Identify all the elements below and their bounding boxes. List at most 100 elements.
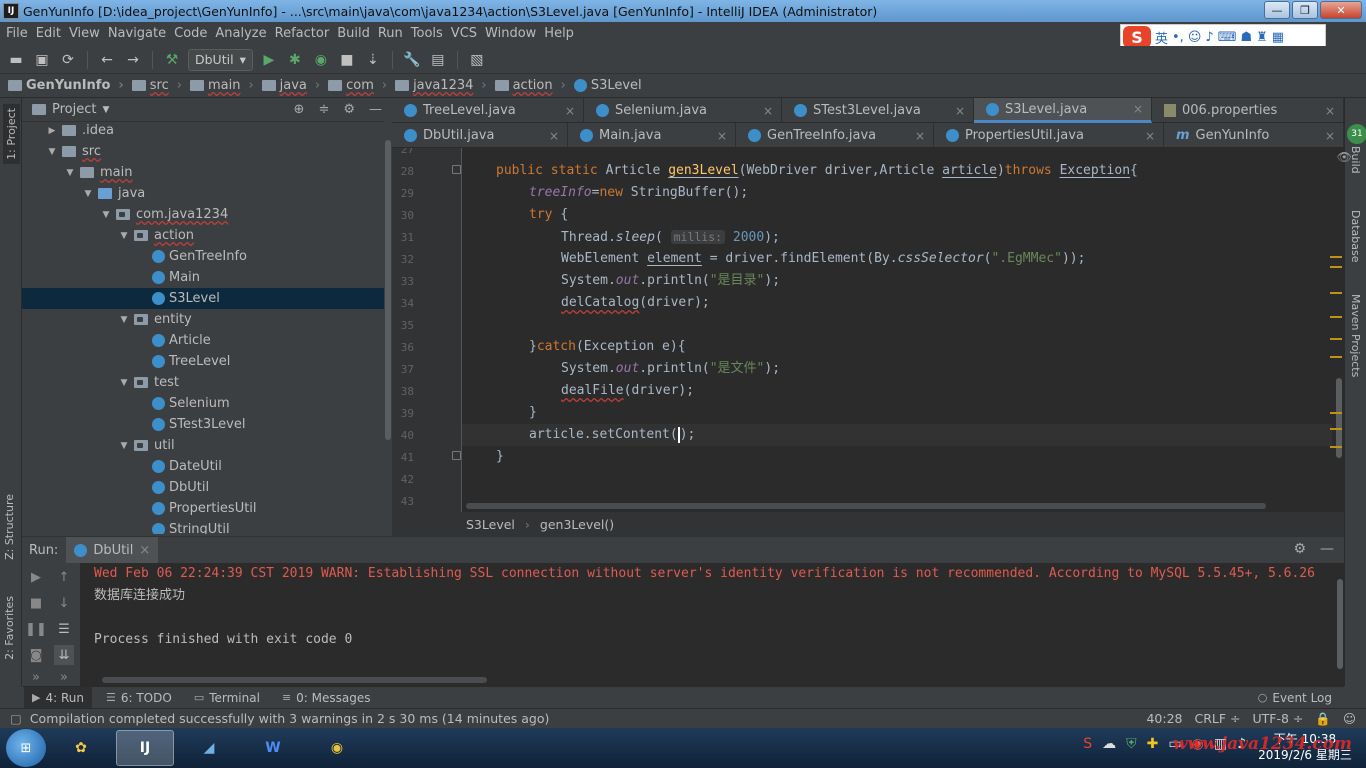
- line-number[interactable]: 28: [392, 165, 414, 178]
- tab-project[interactable]: 1: Project: [3, 104, 20, 164]
- taskbar-app-intellij-icon[interactable]: IJ: [116, 730, 174, 766]
- close-icon[interactable]: ×: [1325, 104, 1335, 118]
- console-output[interactable]: Wed Feb 06 22:24:39 CST 2019 WARN: Estab…: [94, 563, 1334, 683]
- close-icon[interactable]: ×: [1325, 129, 1335, 143]
- rerun-icon[interactable]: ▶: [26, 567, 46, 587]
- tree-node-gentreeinfo[interactable]: GenTreeInfo: [22, 246, 384, 267]
- scroll-to-end-icon[interactable]: ⇊: [54, 645, 74, 665]
- breadcrumb-main[interactable]: main ›: [189, 78, 254, 93]
- warning-stripe-mark[interactable]: [1330, 292, 1342, 294]
- collapse-all-icon[interactable]: ≑: [318, 102, 329, 117]
- menu-navigate[interactable]: Navigate: [106, 26, 172, 41]
- line-number[interactable]: 29: [392, 187, 414, 200]
- close-icon[interactable]: ×: [955, 104, 965, 118]
- warning-stripe-mark[interactable]: [1330, 316, 1342, 318]
- tree-node-com-java1234[interactable]: ▼ com.java1234: [22, 204, 384, 225]
- editor-tab-main-java[interactable]: Main.java ×: [568, 123, 736, 148]
- ime-keyboard-icon[interactable]: ⌨: [1218, 30, 1237, 45]
- fold-marker-icon[interactable]: [452, 451, 461, 460]
- menu-refactor[interactable]: Refactor: [273, 26, 336, 41]
- project-structure-icon[interactable]: ▤: [428, 50, 448, 70]
- tool-tab-todo[interactable]: ☰ 6: TODO: [98, 687, 180, 709]
- menu-view[interactable]: View: [67, 26, 106, 41]
- line-number[interactable]: 41: [392, 451, 414, 464]
- tree-node-dateutil[interactable]: DateUtil: [22, 456, 384, 477]
- lock-icon[interactable]: 🔒: [1315, 711, 1331, 727]
- chevron-down-icon[interactable]: ▼: [82, 189, 94, 199]
- run-tab-dbutil[interactable]: DbUtil ×: [66, 537, 159, 563]
- stop-icon[interactable]: ■: [26, 593, 46, 613]
- editor-tab-dbutil-java[interactable]: DbUtil.java ×: [392, 123, 568, 148]
- close-icon[interactable]: ×: [915, 129, 925, 143]
- line-number[interactable]: 30: [392, 209, 414, 222]
- sync-icon[interactable]: ⟳: [58, 50, 78, 70]
- tree-node-dbutil[interactable]: DbUtil: [22, 477, 384, 498]
- tray-shield-icon[interactable]: ⛨: [1126, 736, 1137, 752]
- caret-position[interactable]: 40:28: [1146, 711, 1182, 727]
- inspector-icon[interactable]: ☺: [1343, 711, 1356, 727]
- warning-stripe-mark[interactable]: [1330, 338, 1342, 340]
- tree-node-action[interactable]: ▼ action: [22, 225, 384, 246]
- fold-marker-icon[interactable]: [452, 165, 461, 174]
- open-folder-icon[interactable]: ▬: [6, 50, 26, 70]
- taskbar-app-photos-icon[interactable]: ✿: [52, 730, 110, 766]
- hide-icon[interactable]: —: [1320, 541, 1334, 557]
- line-number[interactable]: 27: [392, 148, 414, 156]
- tree-node-stringutil[interactable]: StringUtil: [22, 519, 384, 534]
- line-number[interactable]: 35: [392, 319, 414, 332]
- notification-badge[interactable]: 31: [1347, 124, 1366, 144]
- file-encoding[interactable]: UTF-8 ÷: [1253, 711, 1304, 727]
- close-icon[interactable]: ×: [1145, 129, 1155, 143]
- hide-icon[interactable]: —: [369, 102, 382, 117]
- editor-tab-s3level-java[interactable]: S3Level.java ×: [974, 98, 1152, 123]
- tree-node-idea[interactable]: ▶ .idea: [22, 120, 384, 141]
- breadcrumb-action[interactable]: action ›: [494, 78, 566, 93]
- line-number[interactable]: 36: [392, 341, 414, 354]
- breadcrumb-java[interactable]: java ›: [261, 78, 320, 93]
- run-icon[interactable]: ▶: [259, 50, 279, 70]
- editor-breadcrumb-method[interactable]: gen3Level(): [540, 517, 614, 532]
- minimize-button[interactable]: —: [1264, 1, 1290, 19]
- coverage-icon[interactable]: ◉: [311, 50, 331, 70]
- save-icon[interactable]: ▣: [32, 50, 52, 70]
- close-button[interactable]: ✕: [1320, 1, 1362, 19]
- attach-icon[interactable]: ⇣: [363, 50, 383, 70]
- line-number[interactable]: 32: [392, 253, 414, 266]
- chevron-down-icon[interactable]: ▼: [118, 231, 130, 241]
- locate-icon[interactable]: ⊕: [294, 102, 305, 117]
- project-panel-title[interactable]: Project: [52, 102, 96, 117]
- tool-tab-messages[interactable]: ≡ 0: Messages: [274, 687, 379, 709]
- status-message[interactable]: Compilation completed successfully with …: [30, 711, 550, 726]
- console-scrollbar[interactable]: [1336, 579, 1344, 679]
- breadcrumb-project[interactable]: GenYunInfo ›: [8, 78, 124, 93]
- warning-stripe-mark[interactable]: [1330, 356, 1342, 358]
- tree-node-treelevel[interactable]: TreeLevel: [22, 351, 384, 372]
- code-area[interactable]: public static Article gen3Level(WebDrive…: [466, 148, 1344, 512]
- camera-icon[interactable]: ◙: [26, 645, 46, 665]
- menu-file[interactable]: File: [4, 26, 34, 41]
- line-number[interactable]: 40: [392, 429, 414, 442]
- menu-tools[interactable]: Tools: [409, 26, 449, 41]
- ime-mic-icon[interactable]: ♪: [1205, 30, 1213, 45]
- menu-vcs[interactable]: VCS: [449, 26, 483, 41]
- editor-horizontal-scrollbar[interactable]: [466, 503, 1266, 509]
- tree-node-test[interactable]: ▼ test: [22, 372, 384, 393]
- line-separator[interactable]: CRLF ÷: [1194, 711, 1240, 727]
- tree-node-article[interactable]: Article: [22, 330, 384, 351]
- project-scrollbar[interactable]: [384, 120, 392, 534]
- tool-tab-run[interactable]: ▶ 4: Run: [24, 686, 92, 709]
- breadcrumb-s3level[interactable]: S3Level: [573, 78, 642, 93]
- start-button[interactable]: ⊞: [6, 729, 46, 767]
- menu-run[interactable]: Run: [376, 26, 409, 41]
- line-number[interactable]: 31: [392, 231, 414, 244]
- run-config-select[interactable]: DbUtil ▾: [188, 48, 253, 71]
- tree-node-stest3level[interactable]: STest3Level: [22, 414, 384, 435]
- taskbar-app-dolphin-icon[interactable]: ◢: [180, 730, 238, 766]
- chevron-down-icon[interactable]: ▼: [100, 210, 112, 220]
- menu-edit[interactable]: Edit: [34, 26, 67, 41]
- tray-cloud-icon[interactable]: ☁: [1102, 736, 1116, 752]
- build-hammer-icon[interactable]: ⚒: [162, 50, 182, 70]
- tree-node-propertiesutil[interactable]: PropertiesUtil: [22, 498, 384, 519]
- gear-icon[interactable]: ⚙: [343, 102, 355, 117]
- close-icon[interactable]: ×: [139, 543, 150, 558]
